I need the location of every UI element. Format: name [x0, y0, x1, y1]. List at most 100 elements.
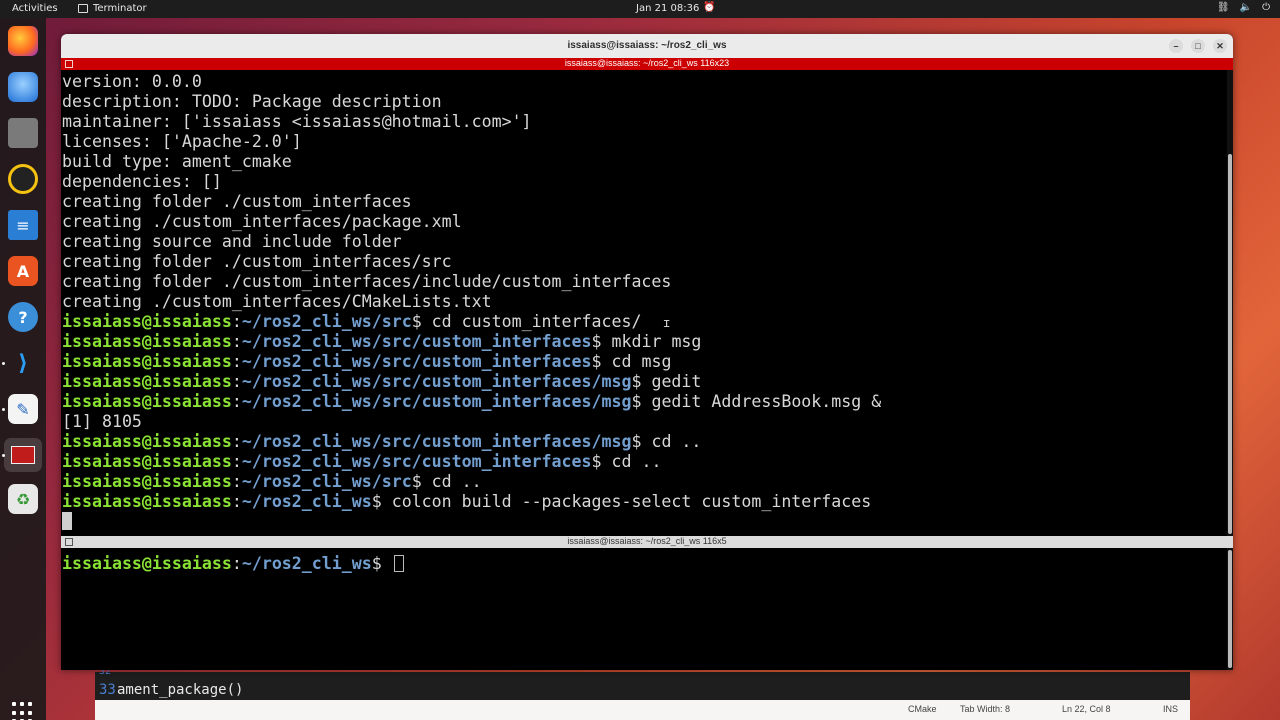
window-title: issaiass@issaiass: ~/ros2_cli_ws: [567, 40, 727, 51]
terminal-line: issaiass@issaiass:~/ros2_cli_ws/src/cust…: [62, 372, 701, 392]
terminal-line: issaiass@issaiass:~/ros2_cli_ws/src/cust…: [62, 452, 661, 472]
prompt-command: $ cd ..: [411, 472, 482, 491]
minimize-button[interactable]: –: [1169, 39, 1183, 53]
files-icon[interactable]: [8, 118, 38, 148]
terminal-line: creating source and include folder: [62, 232, 402, 251]
clock[interactable]: Jan 21 08:36: [636, 3, 699, 14]
line-number: 33: [99, 682, 116, 698]
terminal-line: version: 0.0.0: [62, 72, 202, 91]
scrollbar-thumb[interactable]: [1228, 154, 1232, 534]
pane-titlebar[interactable]: issaiass@issaiass: ~/ros2_cli_ws 116x5: [61, 536, 1233, 548]
terminal-line: creating ./custom_interfaces/CMakeLists.…: [62, 292, 492, 311]
dock: ≡ A ? ⟩ ✎ ♻: [0, 18, 46, 720]
prompt-path: ~/ros2_cli_ws/src/custom_interfaces/msg: [241, 372, 632, 391]
prompt-separator: :: [231, 432, 242, 451]
cursor-position: Ln 22, Col 8: [1062, 704, 1111, 714]
prompt-path: ~/ros2_cli_ws/src/custom_interfaces: [241, 452, 592, 471]
gedit-statusbar: CMake Tab Width: 8 Ln 22, Col 8 INS: [95, 700, 1190, 718]
terminal-line: issaiass@issaiass:~/ros2_cli_ws/src/cust…: [62, 332, 701, 352]
prompt-separator: :: [231, 372, 242, 391]
prompt-path: ~/ros2_cli_ws/src/custom_interfaces/msg: [241, 392, 632, 411]
app-menu[interactable]: Terminator: [78, 3, 147, 14]
prompt-path: ~/ros2_cli_ws/src/custom_interfaces: [241, 352, 592, 371]
prompt-command: $ cd ..: [631, 432, 702, 451]
prompt-command: $ gedit AddressBook.msg &: [631, 392, 882, 411]
prompt-separator: :: [231, 492, 242, 511]
libreoffice-writer-icon[interactable]: ≡: [8, 210, 38, 240]
prompt-user: issaiass@issaiass: [62, 452, 232, 471]
prompt-separator: :: [231, 392, 242, 411]
prompt-separator: :: [231, 312, 242, 331]
prompt-path: ~/ros2_cli_ws: [241, 492, 372, 511]
language-selector[interactable]: CMake: [908, 704, 937, 714]
help-icon[interactable]: ?: [8, 302, 38, 332]
top-bar: Activities Terminator Jan 21 08:36 ⏰ ⛓ 🔈…: [0, 0, 1280, 18]
vscode-icon[interactable]: ⟩: [8, 348, 38, 378]
prompt-separator: :: [231, 472, 242, 491]
prompt-user: issaiass@issaiass: [62, 312, 232, 331]
prompt-path: ~/ros2_cli_ws/src/custom_interfaces/msg: [241, 432, 632, 451]
prompt-path: ~/ros2_cli_ws: [241, 554, 372, 573]
terminal-line: issaiass@issaiass:~/ros2_cli_ws/src$ cd …: [62, 312, 641, 332]
terminal-pane-bottom[interactable]: issaiass@issaiass:~/ros2_cli_ws$: [61, 548, 1227, 670]
running-indicator: [2, 408, 5, 411]
terminal-line: maintainer: ['issaiass <issaiass@hotmail…: [62, 112, 532, 131]
terminal-line: issaiass@issaiass:~/ros2_cli_ws$ colcon …: [62, 492, 871, 512]
prompt-separator: :: [231, 452, 242, 471]
terminal-line: creating folder ./custom_interfaces: [62, 192, 412, 211]
activities-button[interactable]: Activities: [12, 3, 58, 14]
thunderbird-icon[interactable]: [8, 72, 38, 102]
insert-mode: INS: [1163, 704, 1179, 714]
scrollbar[interactable]: [1227, 70, 1233, 536]
prompt-command: $ cd custom_interfaces/: [411, 312, 642, 331]
maximize-button[interactable]: □: [1191, 39, 1205, 53]
trash-icon[interactable]: ♻: [8, 484, 38, 514]
scrollbar-thumb[interactable]: [1228, 550, 1232, 668]
rhythmbox-icon[interactable]: [8, 164, 38, 194]
power-icon: ⏻: [1262, 2, 1270, 13]
terminal-pane-top[interactable]: version: 0.0.0 description: TODO: Package…: [61, 70, 1227, 536]
terminal-cursor: [393, 555, 404, 572]
prompt-user: issaiass@issaiass: [62, 554, 232, 573]
terminator-icon[interactable]: [4, 438, 42, 472]
code-line: ament_package(): [117, 682, 244, 698]
prompt-user: issaiass@issaiass: [62, 332, 232, 351]
terminal-line: creating ./custom_interfaces/package.xml: [62, 212, 462, 231]
prompt-command: $ cd ..: [591, 452, 662, 471]
firefox-icon[interactable]: [8, 26, 38, 56]
prompt-user: issaiass@issaiass: [62, 492, 232, 511]
tab-width-selector[interactable]: Tab Width: 8: [960, 704, 1010, 714]
prompt-path: ~/ros2_cli_ws/src/custom_interfaces: [241, 332, 592, 351]
pane-title: issaiass@issaiass: ~/ros2_cli_ws 116x5: [567, 536, 727, 546]
terminator-app-icon: [78, 4, 88, 13]
prompt-user: issaiass@issaiass: [62, 352, 232, 371]
system-tray[interactable]: ⛓ 🔈 ⏻: [1217, 2, 1270, 13]
app-center-icon[interactable]: A: [8, 256, 38, 286]
terminal-line: issaiass@issaiass:~/ros2_cli_ws/src/cust…: [62, 432, 701, 452]
terminal-line: creating folder ./custom_interfaces/src: [62, 252, 452, 271]
terminator-window: issaiass@issaiass: ~/ros2_cli_ws – □ ✕ i…: [61, 34, 1233, 670]
prompt-command: $ colcon build --packages-select custom_…: [371, 492, 872, 511]
network-icon: ⛓: [1216, 2, 1230, 13]
text-editor-icon[interactable]: ✎: [8, 394, 38, 424]
prompt-path: ~/ros2_cli_ws/src: [241, 312, 412, 331]
window-titlebar[interactable]: issaiass@issaiass: ~/ros2_cli_ws – □ ✕: [61, 34, 1233, 58]
close-button[interactable]: ✕: [1213, 39, 1227, 53]
prompt-command: $ cd msg: [591, 352, 672, 371]
prompt-separator: :: [231, 352, 242, 371]
pane-titlebar-active[interactable]: issaiass@issaiass: ~/ros2_cli_ws 116x23: [61, 58, 1233, 70]
terminal-line: description: TODO: Package description: [62, 92, 442, 111]
volume-icon: 🔈: [1239, 2, 1253, 13]
prompt-user: issaiass@issaiass: [62, 472, 232, 491]
prompt-user: issaiass@issaiass: [62, 432, 232, 451]
prompt-command: $ mkdir msg: [591, 332, 702, 351]
scrollbar[interactable]: [1227, 548, 1233, 670]
show-apps-icon[interactable]: [12, 702, 34, 720]
gedit-editor[interactable]: 32 33 ament_package(): [95, 666, 1190, 700]
terminal-line: issaiass@issaiass:~/ros2_cli_ws$: [62, 554, 404, 574]
terminal-line: issaiass@issaiass:~/ros2_cli_ws/src/cust…: [62, 352, 671, 372]
prompt-command: $ gedit: [631, 372, 702, 391]
prompt-separator: :: [231, 332, 242, 351]
mouse-pointer-icon: ɪ: [663, 316, 671, 330]
running-indicator: [2, 362, 5, 365]
